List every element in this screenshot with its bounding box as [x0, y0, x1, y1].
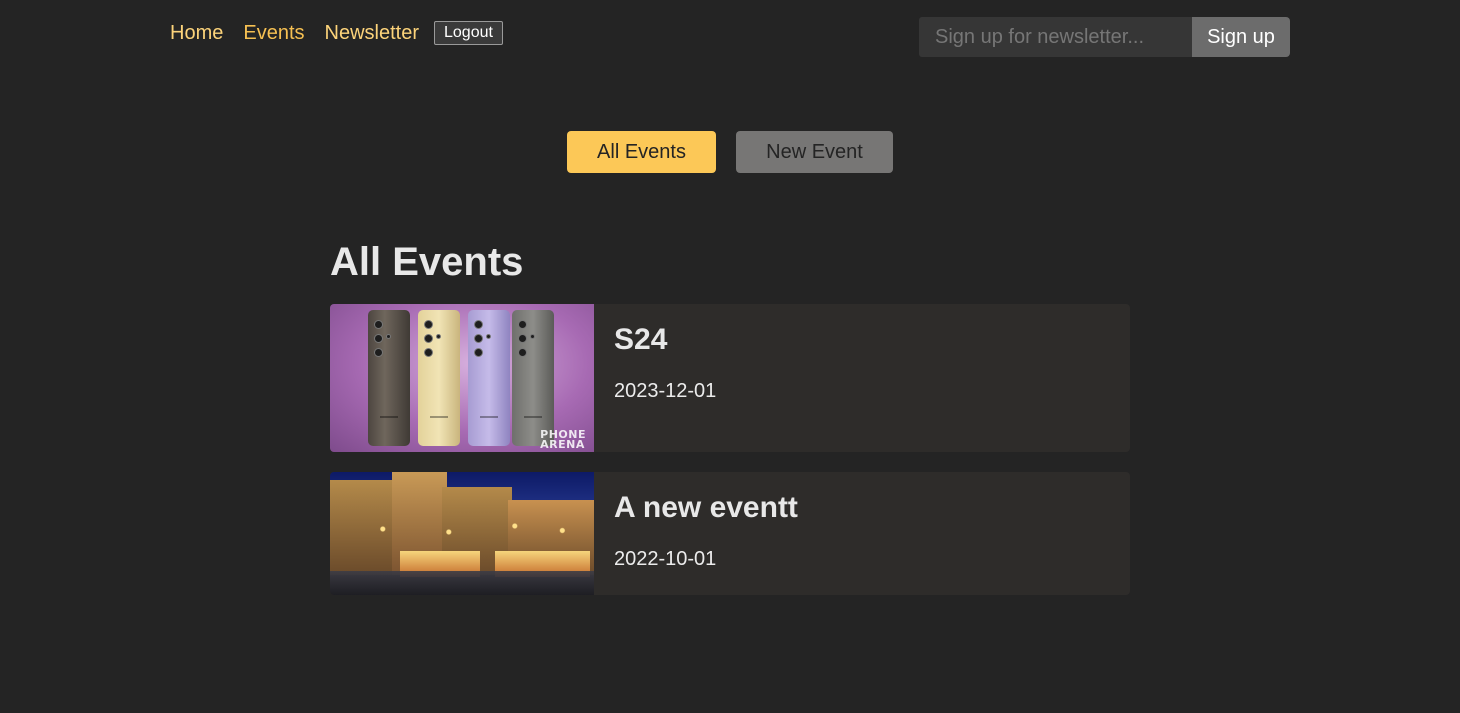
nav-item-home: Home	[170, 22, 223, 45]
event-image-smartphones: PHONE ARENA	[330, 304, 594, 452]
phone-graphic	[418, 310, 460, 446]
nav-item-logout: Logout	[434, 21, 503, 45]
phone-graphic	[512, 310, 554, 446]
nav-link-home[interactable]: Home	[170, 22, 223, 44]
page: Home Events Newsletter Logout Sign up Al…	[0, 0, 1460, 713]
event-date: 2022-10-01	[614, 548, 717, 570]
event-title: S24	[614, 323, 668, 356]
event-title: A new eventt	[614, 491, 798, 524]
tab-new-event[interactable]: New Event	[736, 131, 893, 173]
lights-graphic	[330, 514, 594, 544]
events-content: All Events PHONE ARENA S24 2023-12-01 A …	[330, 237, 1130, 615]
crowd-graphic	[330, 571, 594, 595]
event-item[interactable]: A new eventt 2022-10-01	[330, 472, 1130, 595]
main-header: Home Events Newsletter Logout Sign up	[170, 17, 1290, 57]
page-title: All Events	[330, 240, 524, 284]
newsletter-form: Sign up	[919, 17, 1290, 57]
newsletter-email-input[interactable]	[919, 17, 1192, 57]
event-item[interactable]: PHONE ARENA S24 2023-12-01	[330, 304, 1130, 452]
event-date: 2023-12-01	[614, 380, 717, 402]
phone-graphic	[368, 310, 410, 446]
events-nav: All Events New Event	[0, 131, 1460, 173]
nav-link-newsletter[interactable]: Newsletter	[325, 22, 419, 44]
event-info: A new eventt 2022-10-01	[594, 472, 818, 595]
event-image-christmas-market	[330, 472, 594, 595]
event-list: PHONE ARENA S24 2023-12-01 A new eventt …	[330, 304, 1130, 595]
newsletter-signup-button[interactable]: Sign up	[1192, 17, 1290, 57]
nav-item-events: Events	[243, 22, 304, 45]
main-nav: Home Events Newsletter Logout	[170, 17, 523, 45]
event-info: S24 2023-12-01	[594, 304, 736, 452]
nav-item-newsletter: Newsletter	[325, 22, 419, 45]
logout-button[interactable]: Logout	[434, 21, 503, 45]
tab-all-events[interactable]: All Events	[567, 131, 716, 173]
nav-link-events[interactable]: Events	[243, 22, 304, 44]
image-watermark: PHONE ARENA	[540, 428, 586, 451]
nav-list: Home Events Newsletter Logout	[170, 21, 523, 45]
phone-graphic	[468, 310, 510, 446]
